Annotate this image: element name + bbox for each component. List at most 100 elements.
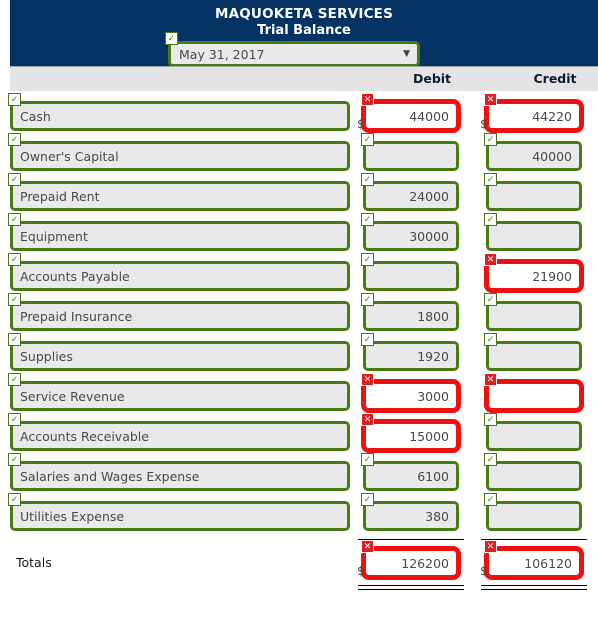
trial-balance-sheet: MAQUOKETA SERVICES Trial Balance ✓ May 3… <box>8 0 598 590</box>
credit-amount-input[interactable] <box>486 221 582 251</box>
credit-cell: ✓ <box>484 453 582 491</box>
table-row: ✓ Cash ✕ $44000 ✕ $44220 <box>8 93 598 137</box>
account-name-value: Salaries and Wages Expense <box>20 468 200 484</box>
debit-cell: ✓ 1800 <box>361 293 459 331</box>
debit-cell: ✓ <box>361 253 459 291</box>
period-date-value: May 31, 2017 <box>179 46 265 62</box>
account-name-input[interactable]: Supplies <box>10 341 350 371</box>
credit-amount-input[interactable] <box>486 501 582 531</box>
account-name-input[interactable]: Utilities Expense <box>10 501 350 531</box>
table-row: ✓ Accounts Payable ✓ ✕ 21900 <box>8 253 598 297</box>
table-row: ✓ Prepaid Rent ✓ 24000 ✓ <box>8 173 598 217</box>
table-row: ✓ Accounts Receivable ✕ 15000 ✓ <box>8 413 598 457</box>
account-name-value: Owner's Capital <box>20 148 119 164</box>
checkmark-icon: ✓ <box>361 253 374 266</box>
debit-amount-value: 1800 <box>417 308 449 324</box>
debit-amount-input[interactable]: 3000 <box>363 381 459 411</box>
credit-amount-input[interactable]: $44220 <box>480 101 582 131</box>
checkmark-icon: ✓ <box>8 133 21 146</box>
credit-amount-input[interactable] <box>486 421 582 451</box>
checkmark-icon: ✓ <box>8 453 21 466</box>
name-cell: ✓ Supplies <box>8 333 350 371</box>
debit-amount-input[interactable] <box>363 261 459 291</box>
account-name-input[interactable]: Prepaid Insurance <box>10 301 350 331</box>
debit-amount-input[interactable] <box>363 141 459 171</box>
checkmark-icon: ✓ <box>361 333 374 346</box>
credit-amount-input[interactable] <box>486 341 582 371</box>
debit-amount-value: 24000 <box>409 188 449 204</box>
account-name-value: Supplies <box>20 348 73 364</box>
trial-balance-screen: MAQUOKETA SERVICES Trial Balance ✓ May 3… <box>0 0 598 630</box>
cross-icon: ✕ <box>484 540 497 553</box>
credit-amount-value: 21900 <box>532 268 572 284</box>
credit-amount-input[interactable] <box>486 461 582 491</box>
checkmark-icon: ✓ <box>8 413 21 426</box>
debit-cell: ✓ 6100 <box>361 453 459 491</box>
account-name-input[interactable]: Equipment <box>10 221 350 251</box>
checkmark-icon: ✓ <box>484 413 497 426</box>
cross-icon: ✕ <box>484 93 497 106</box>
account-name-input[interactable]: Salaries and Wages Expense <box>10 461 350 491</box>
statement-header: MAQUOKETA SERVICES Trial Balance ✓ May 3… <box>10 0 598 67</box>
totals-credit-input[interactable]: $ 106120 <box>480 548 582 578</box>
company-name: MAQUOKETA SERVICES <box>214 6 394 22</box>
debit-cell: ✕ 15000 <box>361 413 459 451</box>
debit-amount-input[interactable]: 1800 <box>363 301 459 331</box>
credit-amount-input[interactable]: 40000 <box>486 141 582 171</box>
account-name-input[interactable]: Cash <box>10 101 350 131</box>
checkmark-icon: ✓ <box>8 333 21 346</box>
credit-amount-value: 44220 <box>532 108 572 124</box>
column-header-row: Debit Credit <box>10 66 598 91</box>
cross-icon: ✕ <box>361 373 374 386</box>
credit-cell: ✓ 40000 <box>484 133 582 171</box>
credit-amount-value: 40000 <box>532 148 572 164</box>
currency-symbol: $ <box>480 116 488 131</box>
debit-amount-input[interactable]: 30000 <box>363 221 459 251</box>
debit-amount-input[interactable]: 380 <box>363 501 459 531</box>
account-name-value: Service Revenue <box>20 388 125 404</box>
table-row: ✓ Supplies ✓ 1920 ✓ <box>8 333 598 377</box>
debit-amount-input[interactable]: 6100 <box>363 461 459 491</box>
account-name-input[interactable]: Service Revenue <box>10 381 350 411</box>
account-name-input[interactable]: Owner's Capital <box>10 141 350 171</box>
credit-amount-input[interactable]: 21900 <box>486 261 582 291</box>
credit-cell: ✕ 21900 <box>484 253 582 291</box>
debit-amount-input[interactable]: 15000 <box>363 421 459 451</box>
debit-amount-input[interactable]: 1920 <box>363 341 459 371</box>
name-cell: ✓ Cash <box>8 93 350 131</box>
debit-amount-value: 6100 <box>417 468 449 484</box>
currency-symbol: $ <box>357 116 365 131</box>
credit-cell: ✓ <box>484 333 582 371</box>
account-name-input[interactable]: Accounts Payable <box>10 261 350 291</box>
name-cell: ✓ Prepaid Insurance <box>8 293 350 331</box>
debit-amount-input[interactable]: 24000 <box>363 181 459 211</box>
name-cell: ✓ Utilities Expense <box>8 493 350 531</box>
account-name-value: Accounts Receivable <box>20 428 149 444</box>
credit-amount-input[interactable] <box>486 181 582 211</box>
checkmark-icon: ✓ <box>165 32 178 45</box>
debit-amount-input[interactable]: $44000 <box>357 101 459 131</box>
account-name-value: Cash <box>20 108 51 124</box>
credit-amount-input[interactable] <box>486 381 582 411</box>
totals-debit-input[interactable]: $ 126200 <box>357 548 459 578</box>
account-name-input[interactable]: Prepaid Rent <box>10 181 350 211</box>
account-name-input[interactable]: Accounts Receivable <box>10 421 350 451</box>
credit-amount-input[interactable] <box>486 301 582 331</box>
table-row: ✓ Prepaid Insurance ✓ 1800 ✓ <box>8 293 598 337</box>
debit-cell: ✓ 1920 <box>361 333 459 371</box>
debit-amount-value: 30000 <box>409 228 449 244</box>
totals-row: Totals ✕ $ 126200 ✕ $ 106120 <box>10 539 598 590</box>
debit-amount-value: 44000 <box>409 108 449 124</box>
table-row: ✓ Service Revenue ✕ 3000 ✕ <box>8 373 598 417</box>
totals-rule-credit-bottom <box>481 585 587 590</box>
name-cell: ✓ Accounts Receivable <box>8 413 350 451</box>
period-date-select[interactable]: May 31, 2017 ▼ <box>168 41 420 67</box>
credit-cell: ✓ <box>484 293 582 331</box>
checkmark-icon: ✓ <box>361 493 374 506</box>
debit-amount-value: 1920 <box>417 348 449 364</box>
checkmark-icon: ✓ <box>484 213 497 226</box>
cross-icon: ✕ <box>484 373 497 386</box>
credit-cell: ✓ <box>484 493 582 531</box>
chevron-down-icon: ▼ <box>403 49 410 59</box>
checkmark-icon: ✓ <box>361 133 374 146</box>
